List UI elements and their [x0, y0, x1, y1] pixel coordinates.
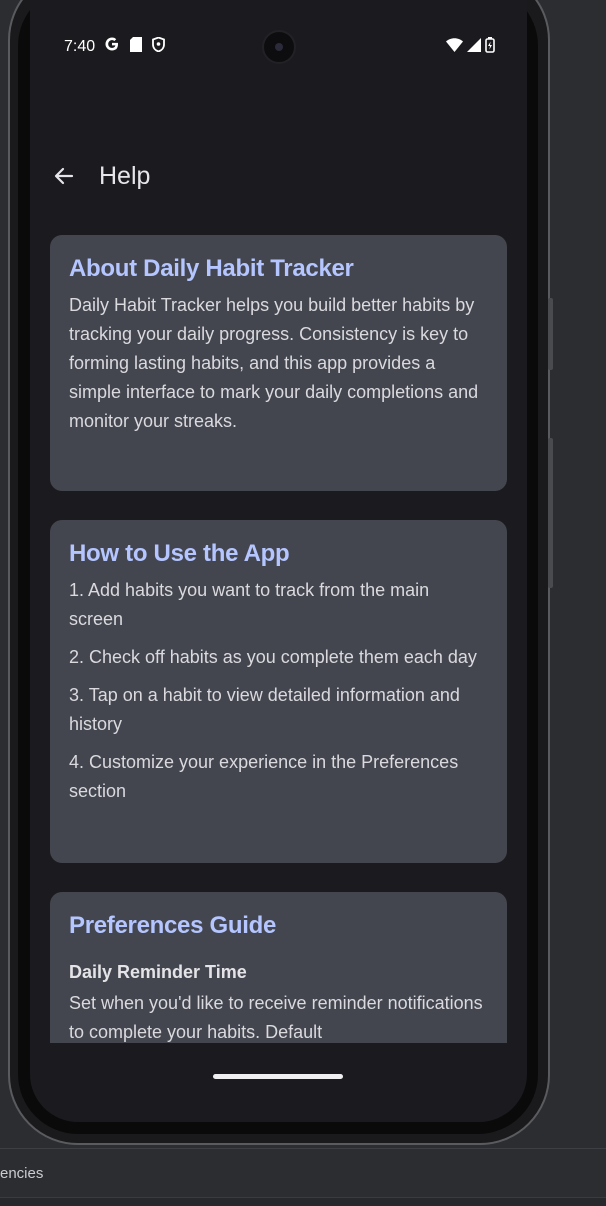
ide-tab-label[interactable]: encies — [0, 1165, 43, 1182]
battery-charging-icon — [485, 37, 495, 58]
about-card-title: About Daily Habit Tracker — [69, 255, 354, 282]
volume-button — [548, 438, 553, 588]
google-icon — [104, 36, 120, 57]
how-to-step: 3. Tap on a habit to view detailed infor… — [69, 685, 460, 734]
reminder-time-heading: Daily Reminder Time — [69, 962, 247, 982]
about-card: About Daily Habit Tracker Daily Habit Tr… — [50, 235, 507, 491]
preferences-card: Preferences Guide Daily Reminder Time Se… — [50, 892, 507, 1043]
wifi-icon — [446, 38, 463, 57]
how-to-step: 1. Add habits you want to track from the… — [69, 580, 430, 629]
how-to-step: 2. Check off habits as you complete them… — [69, 647, 477, 667]
top-app-bar: Help — [30, 150, 527, 206]
arrow-left-icon — [52, 164, 76, 193]
status-time: 7:40 — [64, 38, 96, 55]
status-icons-left — [104, 36, 165, 57]
sd-card-icon — [130, 36, 142, 57]
ide-bottom-bar: encies — [0, 1148, 606, 1199]
signal-icon — [467, 38, 481, 57]
status-bar: 7:40 — [30, 30, 527, 64]
phone-screen: 7:40 Help About Daily Habit Tracker Dail… — [30, 0, 527, 1122]
back-button[interactable] — [48, 162, 80, 194]
preferences-card-title: Preferences Guide — [69, 912, 276, 939]
help-content[interactable]: About Daily Habit Tracker Daily Habit Tr… — [30, 205, 527, 1043]
reminder-time-description: Set when you'd like to receive reminder … — [69, 993, 483, 1042]
front-camera — [262, 30, 296, 64]
how-to-step: 4. Customize your experience in the Pref… — [69, 752, 459, 801]
page-title: Help — [99, 162, 151, 190]
shield-icon — [152, 36, 165, 57]
how-to-card: How to Use the App 1. Add habits you wan… — [50, 520, 507, 863]
status-icons-right — [446, 37, 495, 58]
home-indicator[interactable] — [213, 1074, 343, 1079]
how-to-card-title: How to Use the App — [69, 540, 290, 567]
about-card-body: Daily Habit Tracker helps you build bett… — [69, 295, 479, 431]
power-button — [548, 298, 553, 370]
